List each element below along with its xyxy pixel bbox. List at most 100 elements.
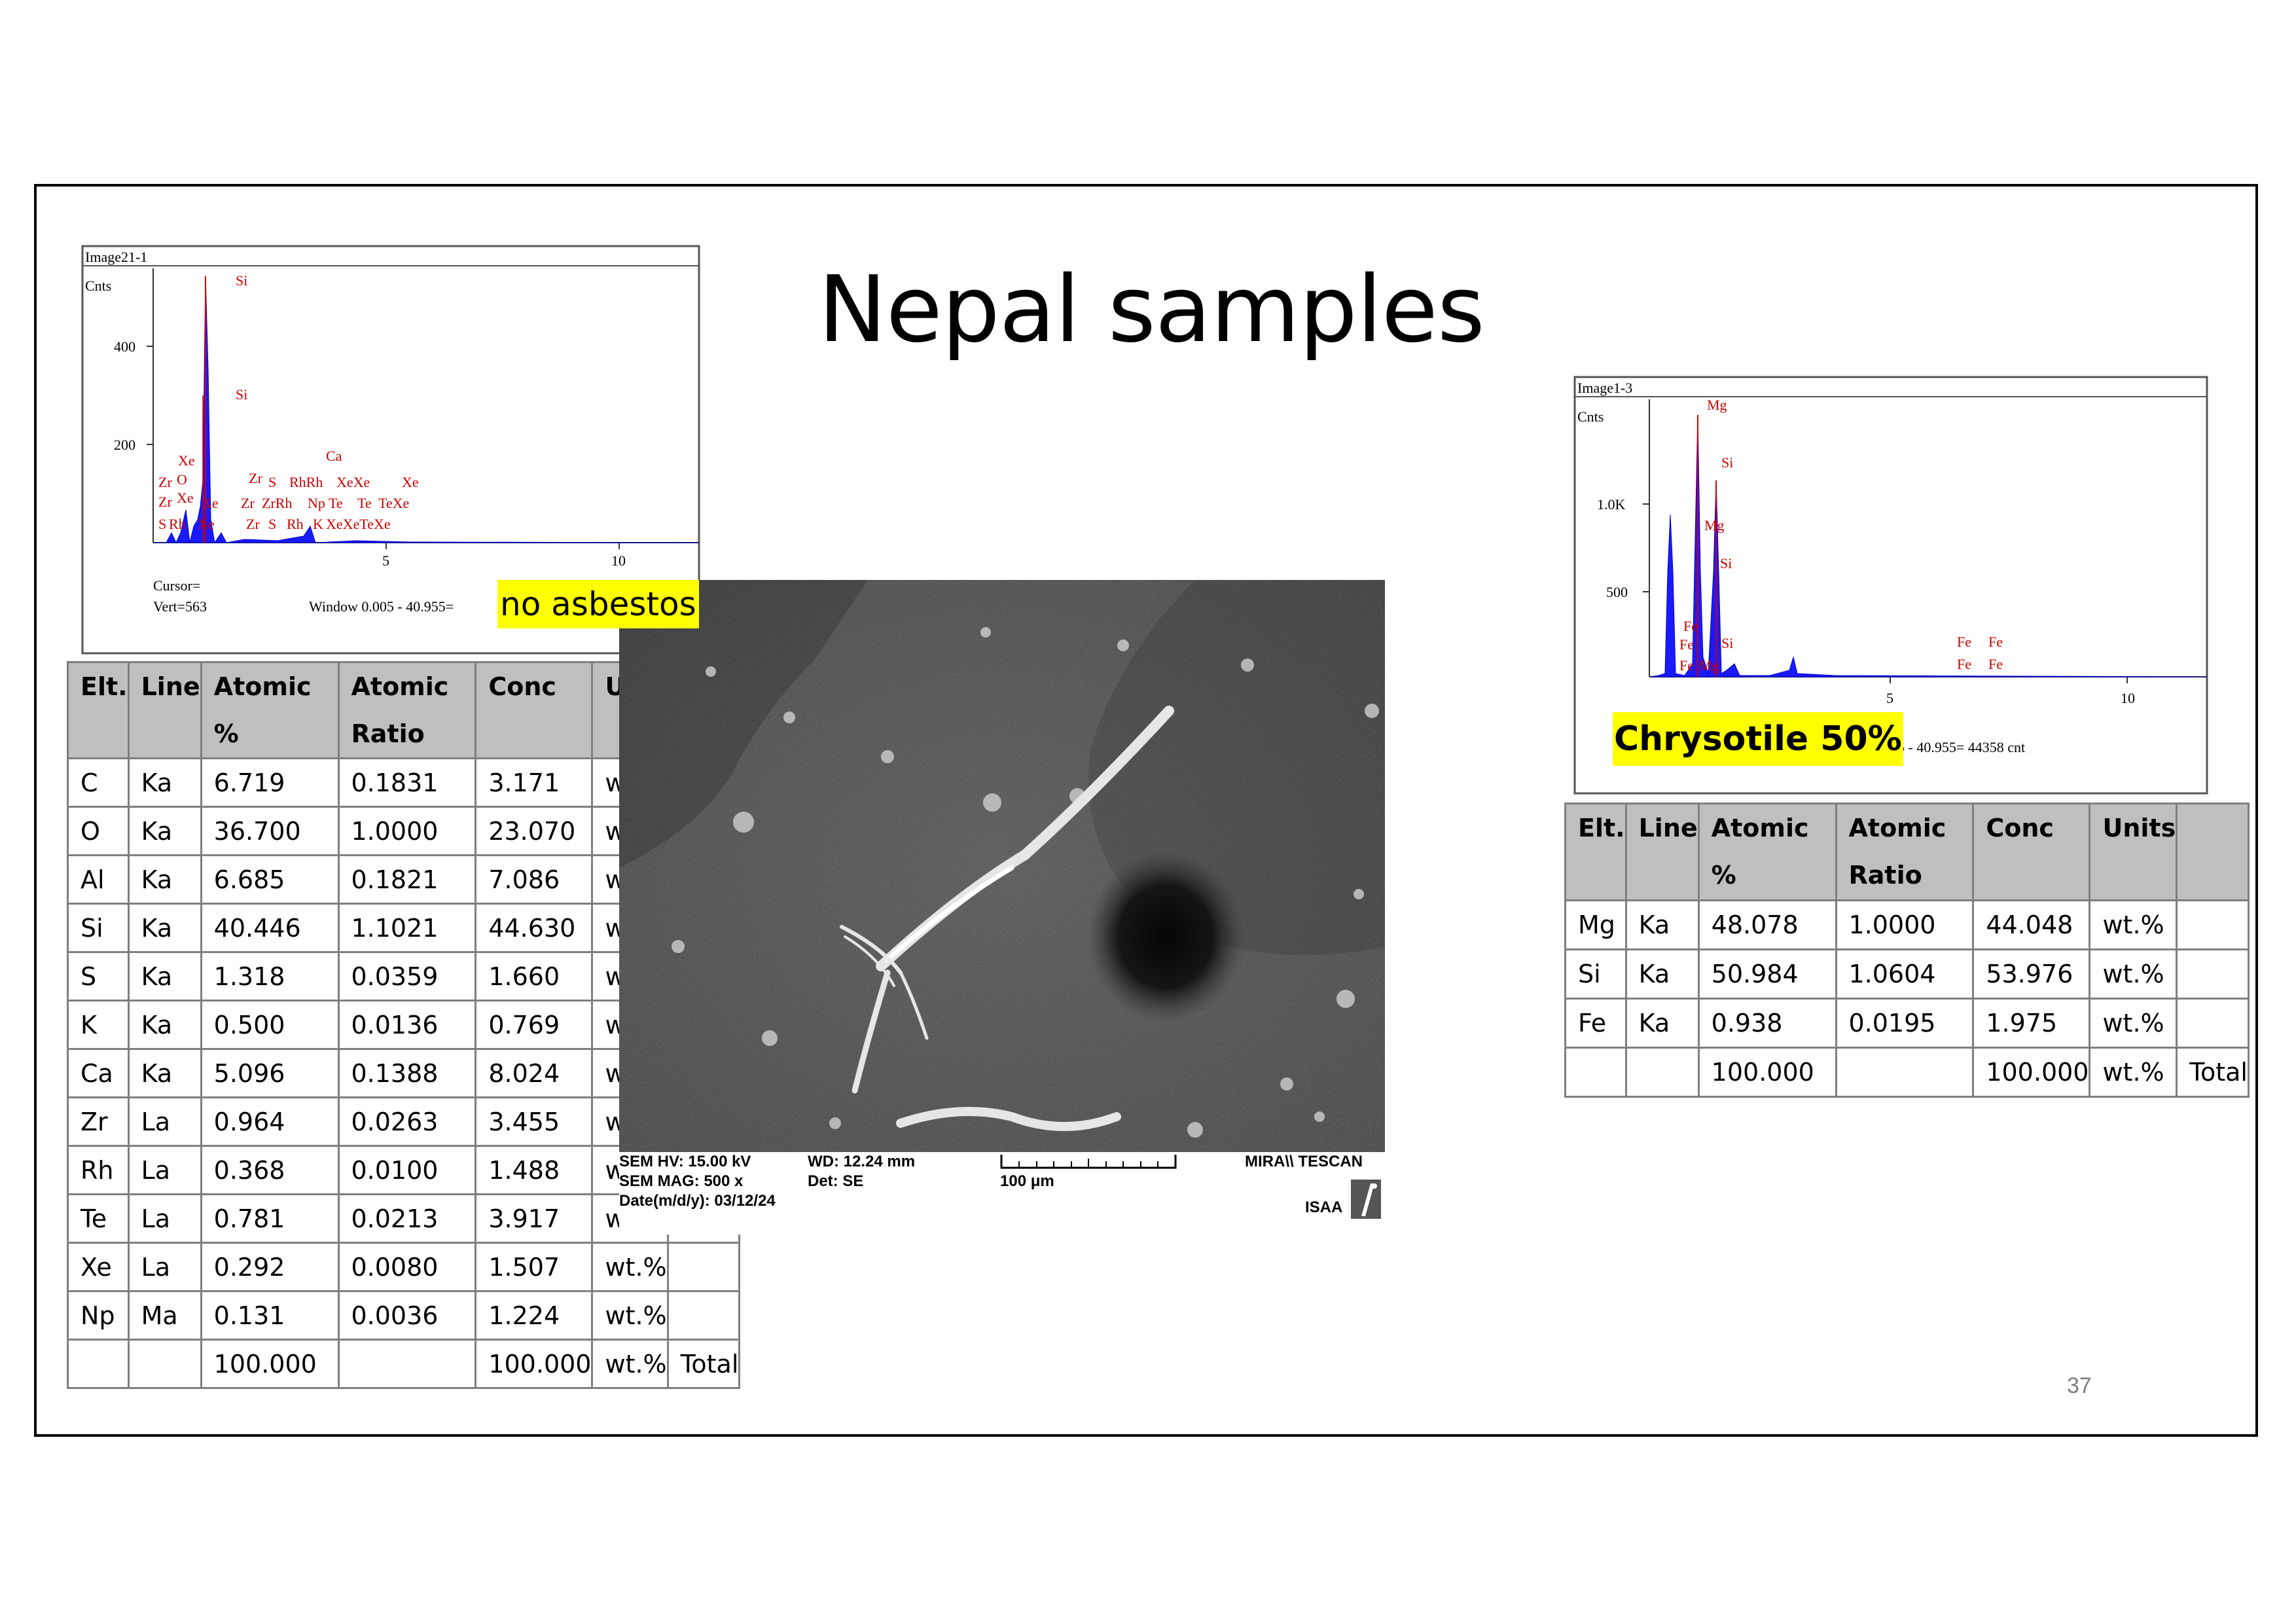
table-cell: 0.1388 — [337, 1048, 477, 1098]
sem-date: Date(m/d/y): 03/12/24 — [619, 1192, 776, 1210]
table-cell: C — [67, 757, 130, 808]
table-cell: Si — [1564, 948, 1627, 1000]
table-cell: Te — [67, 1193, 130, 1244]
table-cell: 0.0036 — [337, 1290, 477, 1341]
table-cell: 100.000 — [200, 1339, 340, 1389]
table-cell: La — [127, 1193, 202, 1244]
table-cell: 1.488 — [475, 1145, 594, 1195]
table-cell: Al — [67, 854, 130, 905]
table-cell: Ca — [67, 1048, 130, 1098]
table-cell: 1.318 — [200, 951, 340, 1001]
table-cell: 0.0359 — [337, 951, 477, 1001]
table-cell: Ka — [1624, 948, 1700, 1000]
peak-label: Fe — [1679, 657, 1694, 674]
spectrum-right-image-label: Image1-3 — [1577, 380, 1632, 396]
table-cell: Ka — [127, 951, 202, 1001]
table-cell: 44.048 — [1972, 899, 2091, 950]
table-cell: 100.000 — [1697, 1047, 1837, 1098]
peak-label: Si — [1721, 635, 1733, 651]
peak-label: O — [177, 471, 187, 488]
table-cell: 0.0213 — [337, 1193, 477, 1244]
table-cell: Zr — [67, 1096, 130, 1147]
sem-det: Det: SE — [808, 1172, 864, 1190]
tescan-logo-icon — [1351, 1180, 1381, 1219]
table-cell: 0.1831 — [337, 757, 477, 808]
spectrum-right-xtick: 10 — [2121, 690, 2135, 706]
table-cell: 7.086 — [475, 854, 594, 905]
peak-label: Si — [236, 386, 247, 403]
column-header: Atomic Ratio — [1835, 803, 1975, 901]
column-header: Line — [127, 661, 202, 759]
table-cell — [1624, 1047, 1700, 1098]
table-cell — [2176, 998, 2250, 1049]
peak-label: Mg — [1704, 517, 1725, 533]
peak-label: S — [268, 516, 276, 532]
table-cell: 0.131 — [200, 1290, 340, 1341]
table-cell: 0.292 — [200, 1242, 340, 1292]
table-row: Xe La 0.292 0.0080 1.507 wt.% — [67, 1242, 741, 1292]
table-cell: 50.984 — [1697, 948, 1837, 1000]
peak-label: Te — [329, 495, 343, 511]
table-cell: O — [67, 806, 130, 856]
spectrum-right-ytick: 500 — [1606, 584, 1628, 600]
peak-label: Mg — [1707, 397, 1727, 413]
table-cell — [2176, 948, 2250, 1000]
column-header: Atomic % — [200, 661, 340, 759]
sem-micrograph: SEM HV: 15.00 kV SEM MAG: 500 x Date(m/d… — [619, 580, 1385, 1235]
no-asbestos-highlight: no asbestos — [497, 580, 699, 628]
table-cell: 0.0263 — [337, 1096, 477, 1147]
table-cell: 1.0604 — [1835, 948, 1975, 1000]
peak-label: S — [158, 516, 166, 532]
table-cell: 0.0100 — [337, 1145, 477, 1195]
spectrum-right-y-label: Cnts — [1577, 408, 1604, 425]
table-cell: S — [67, 951, 130, 1001]
peak-label: Xe — [202, 495, 219, 511]
peak-label: XeXe — [336, 474, 370, 490]
composition-table-right: Elt. Line Atomic % Atomic Ratio Conc Uni… — [1564, 803, 2250, 1098]
table-cell: wt.% — [2089, 998, 2178, 1049]
chrysotile-highlight: Chrysotile 50% — [1613, 712, 1903, 766]
peak-label: Te — [357, 495, 372, 511]
table-cell: wt.% — [2089, 948, 2178, 1000]
table-cell: Ka — [127, 1048, 202, 1098]
table-cell: Fe — [1564, 998, 1627, 1049]
table-cell: Ka — [127, 806, 202, 856]
spectrum-left-image-label: Image21-1 — [85, 249, 147, 265]
table-cell: Ka — [127, 854, 202, 905]
table-cell — [1835, 1047, 1975, 1098]
sem-mag: SEM MAG: 500 x — [619, 1172, 744, 1190]
peak-label: Zr — [158, 474, 172, 490]
peak-label: Zr — [241, 495, 255, 511]
table-cell: wt.% — [591, 1242, 669, 1292]
table-cell: 1.0000 — [1835, 899, 1975, 950]
peak-label: Fe — [1679, 636, 1694, 653]
table-cell: 1.660 — [475, 951, 594, 1001]
peak-label: Np — [308, 495, 325, 511]
table-cell: 1.507 — [475, 1242, 594, 1292]
table-cell: 44.630 — [475, 903, 594, 953]
table-cell: K — [67, 1000, 130, 1050]
table-cell — [666, 1290, 741, 1341]
table-cell: 0.500 — [200, 1000, 340, 1050]
peak-label: Xe — [177, 490, 194, 506]
table-cell: Total — [2176, 1047, 2250, 1098]
table-cell: wt.% — [591, 1339, 669, 1389]
table-cell — [2176, 899, 2250, 950]
column-header — [2176, 803, 2250, 901]
table-cell: 0.769 — [475, 1000, 594, 1050]
peak-label: Si — [236, 272, 247, 289]
peak-label: Fe — [1957, 656, 1971, 672]
spectrum-left-vert: Vert=563 — [153, 598, 207, 615]
table-cell: La — [127, 1096, 202, 1147]
table-cell: 1.1021 — [337, 903, 477, 953]
table-cell: 3.455 — [475, 1096, 594, 1147]
spectrum-left-xtick: 10 — [611, 552, 626, 569]
table-cell: 100.000 — [475, 1339, 594, 1389]
table-cell: 1.0000 — [337, 806, 477, 856]
peak-label: Rh — [169, 516, 186, 532]
table-cell: wt.% — [2089, 899, 2178, 950]
peak-label: Si — [1720, 555, 1732, 571]
table-cell — [337, 1339, 477, 1389]
peak-label: ZrRh — [262, 495, 292, 511]
table-cell: 48.078 — [1697, 899, 1837, 950]
